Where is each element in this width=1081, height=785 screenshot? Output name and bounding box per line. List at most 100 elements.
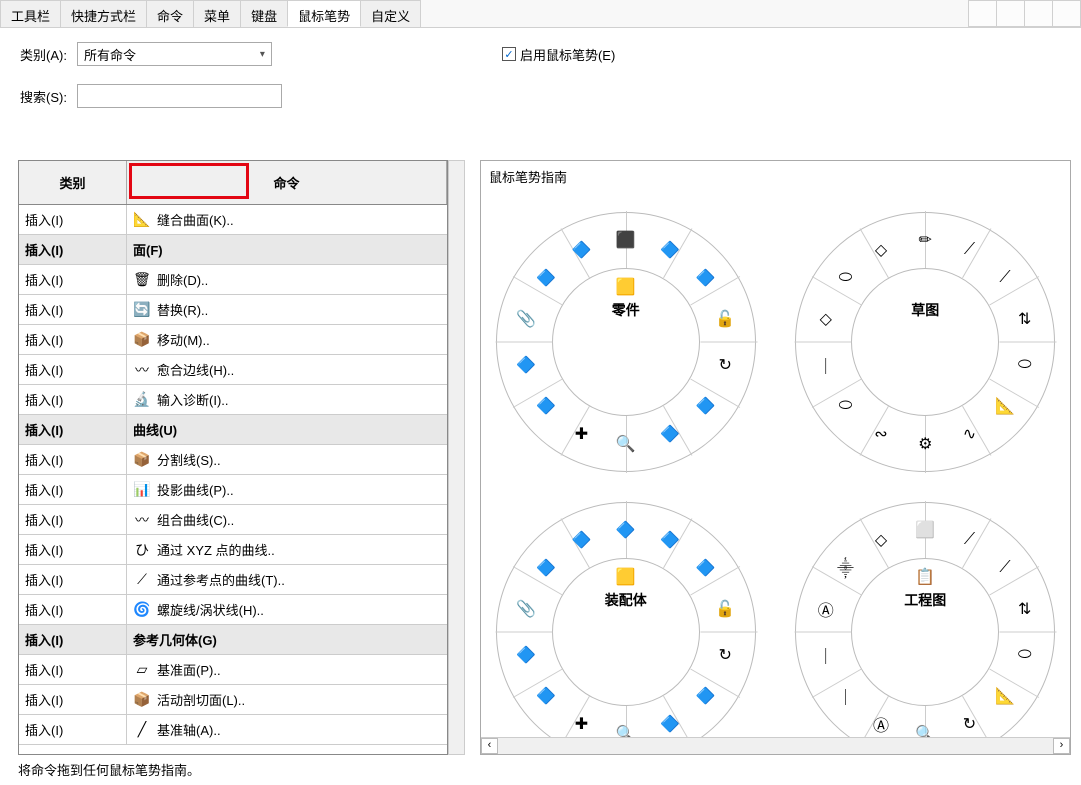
table-body[interactable]: 插入(I)📐缝合曲面(K)..插入(I)面(F)插入(I)🗑删除(D)..插入(… [19, 205, 447, 755]
wheel-slot-icon[interactable]: 🔷 [694, 267, 716, 289]
wheel-slot-icon[interactable]: 🔍 [615, 433, 637, 455]
table-row[interactable]: 插入(I)📐缝合曲面(K).. [19, 205, 447, 235]
wheel-slot-icon[interactable]: ◇ [870, 239, 892, 261]
category-dropdown[interactable]: 所有命令 ▾ [77, 42, 272, 66]
wheel-slot-icon[interactable]: ⸎ [835, 557, 857, 579]
cell-category: 插入(I) [19, 595, 127, 624]
scroll-right-icon[interactable]: › [1053, 738, 1070, 754]
table-row[interactable]: 插入(I)▱基准面(P).. [19, 655, 447, 685]
wheel-slot-icon[interactable]: 🔷 [615, 519, 637, 541]
wheel-slot-icon[interactable]: ⬭ [1014, 644, 1036, 666]
wheel-slot-icon[interactable]: ✚ [570, 423, 592, 445]
wheel-slot-icon[interactable]: 🔷 [535, 267, 557, 289]
wheel-slot-icon[interactable]: 🔷 [515, 354, 537, 376]
h-scrollbar[interactable]: ‹ › [481, 737, 1070, 754]
wheel-center-icon: 📋 [915, 567, 935, 587]
table-row[interactable]: 插入(I)📊投影曲线(P).. [19, 475, 447, 505]
table-row[interactable]: 插入(I)面(F) [19, 235, 447, 265]
wheel-slot-icon[interactable]: ⟋ [959, 239, 981, 261]
tab-shortcut[interactable]: 快捷方式栏 [60, 0, 147, 27]
table-row[interactable]: 插入(I)╱基准轴(A).. [19, 715, 447, 745]
wheel-slot-icon[interactable]: ⚙ [914, 433, 936, 455]
wheel-slot-icon[interactable]: 📐 [994, 685, 1016, 707]
wheel-slot-icon[interactable]: 🔷 [659, 239, 681, 261]
wheel-slot-icon[interactable]: ｜ [815, 644, 837, 666]
wheel-slot-icon[interactable]: 🔷 [535, 685, 557, 707]
wheel-slot-icon[interactable]: Ⓐ [870, 713, 892, 735]
rb1[interactable] [968, 0, 997, 27]
wheel-slot-icon[interactable]: ↻ [714, 354, 736, 376]
wheel-slot-icon[interactable]: 📐 [994, 395, 1016, 417]
command-label: 螺旋线/涡状线(H).. [157, 600, 264, 619]
controls-row: 类别(A): 所有命令 ▾ ✓ 启用鼠标笔势(E) [0, 28, 1081, 70]
table-row[interactable]: 插入(I)〰组合曲线(C).. [19, 505, 447, 535]
wheel-slot-icon[interactable]: ⟋ [959, 529, 981, 551]
wheel-slot-icon[interactable]: 🔷 [570, 529, 592, 551]
wheel-slot-icon[interactable]: ⬭ [835, 395, 857, 417]
enable-gesture-checkbox[interactable]: ✓ 启用鼠标笔势(E) [502, 45, 615, 64]
wheel-slot-icon[interactable]: Ⓐ [815, 598, 837, 620]
table-row[interactable]: 插入(I)🔬输入诊断(I).. [19, 385, 447, 415]
wheel-slot-icon[interactable]: 🔷 [694, 557, 716, 579]
wheel-slot-icon[interactable]: 🔍 [615, 723, 637, 737]
wheel-slot-icon[interactable]: 🔷 [570, 239, 592, 261]
tab-keyboard[interactable]: 键盘 [240, 0, 288, 27]
tab-custom[interactable]: 自定义 [360, 0, 421, 27]
th-command[interactable]: 命令 [127, 161, 447, 204]
table-row[interactable]: 插入(I)⟋通过参考点的曲线(T).. [19, 565, 447, 595]
table-row[interactable]: 插入(I)曲线(U) [19, 415, 447, 445]
table-row[interactable]: 插入(I)📦移动(M).. [19, 325, 447, 355]
wheel-slot-icon[interactable]: 📎 [515, 308, 537, 330]
table-row[interactable]: 插入(I)🗑删除(D).. [19, 265, 447, 295]
wheel-slot-icon[interactable]: ⬭ [835, 267, 857, 289]
wheel-slot-icon[interactable]: 🔓 [714, 308, 736, 330]
wheel-slot-icon[interactable]: ◇ [870, 529, 892, 551]
wheel-slot-icon[interactable]: ↻ [959, 713, 981, 735]
wheel-slot-icon[interactable]: ◇ [815, 308, 837, 330]
wheel-slot-icon[interactable]: ∾ [870, 423, 892, 445]
wheel-slot-icon[interactable]: ｜ [815, 354, 837, 376]
wheel-slot-icon[interactable]: 🔷 [694, 395, 716, 417]
rb4[interactable] [1052, 0, 1081, 27]
table-row[interactable]: 插入(I)🌀螺旋线/涡状线(H).. [19, 595, 447, 625]
wheel-slot-icon[interactable]: ⇅ [1014, 598, 1036, 620]
wheel-slot-icon[interactable]: 🔓 [714, 598, 736, 620]
wheel-slot-icon[interactable]: ⬜ [914, 519, 936, 541]
rb2[interactable] [996, 0, 1025, 27]
tab-menu[interactable]: 菜单 [193, 0, 241, 27]
table-row[interactable]: 插入(I)🔄替换(R).. [19, 295, 447, 325]
wheel-slot-icon[interactable]: ⬭ [1014, 354, 1036, 376]
table-row[interactable]: 插入(I)参考几何体(G) [19, 625, 447, 655]
wheel-slot-icon[interactable]: ｜ [835, 685, 857, 707]
wheel-slot-icon[interactable]: 📎 [515, 598, 537, 620]
wheel-slot-icon[interactable]: ↻ [714, 644, 736, 666]
table-row[interactable]: 插入(I)📦活动剖切面(L).. [19, 685, 447, 715]
tab-command[interactable]: 命令 [146, 0, 194, 27]
search-input[interactable] [77, 84, 282, 108]
wheel-slot-icon[interactable]: ✚ [570, 713, 592, 735]
tab-mouse-gesture[interactable]: 鼠标笔势 [287, 0, 361, 27]
wheel-slot-icon[interactable]: 🔷 [659, 529, 681, 551]
wheel-slot-icon[interactable]: ⬛ [615, 229, 637, 251]
wheel-slot-icon[interactable]: 🔷 [659, 423, 681, 445]
rb3[interactable] [1024, 0, 1053, 27]
scroll-left-icon[interactable]: ‹ [481, 738, 498, 754]
wheel-slot-icon[interactable]: ⇅ [1014, 308, 1036, 330]
wheel-slot-icon[interactable]: 🔷 [694, 685, 716, 707]
wheel-slot-icon[interactable]: ∿ [959, 423, 981, 445]
wheel-slot-icon[interactable]: 🔷 [535, 557, 557, 579]
wheel-slot-icon[interactable]: ✏ [914, 229, 936, 251]
v-scrollbar[interactable] [448, 160, 465, 755]
cell-command: 🗑删除(D).. [127, 270, 447, 289]
table-row[interactable]: 插入(I)📦分割线(S).. [19, 445, 447, 475]
tab-toolbar[interactable]: 工具栏 [0, 0, 61, 27]
table-row[interactable]: 插入(I)ひ通过 XYZ 点的曲线.. [19, 535, 447, 565]
wheel-slot-icon[interactable]: 🔷 [535, 395, 557, 417]
wheel-slot-icon[interactable]: 🔍 [914, 723, 936, 737]
wheel-slot-icon[interactable]: ⟋ [994, 267, 1016, 289]
wheel-slot-icon[interactable]: 🔷 [515, 644, 537, 666]
wheel-slot-icon[interactable]: ⟋ [994, 557, 1016, 579]
wheel-slot-icon[interactable]: 🔷 [659, 713, 681, 735]
th-category[interactable]: 类别 [19, 161, 127, 204]
table-row[interactable]: 插入(I)〰愈合边线(H).. [19, 355, 447, 385]
